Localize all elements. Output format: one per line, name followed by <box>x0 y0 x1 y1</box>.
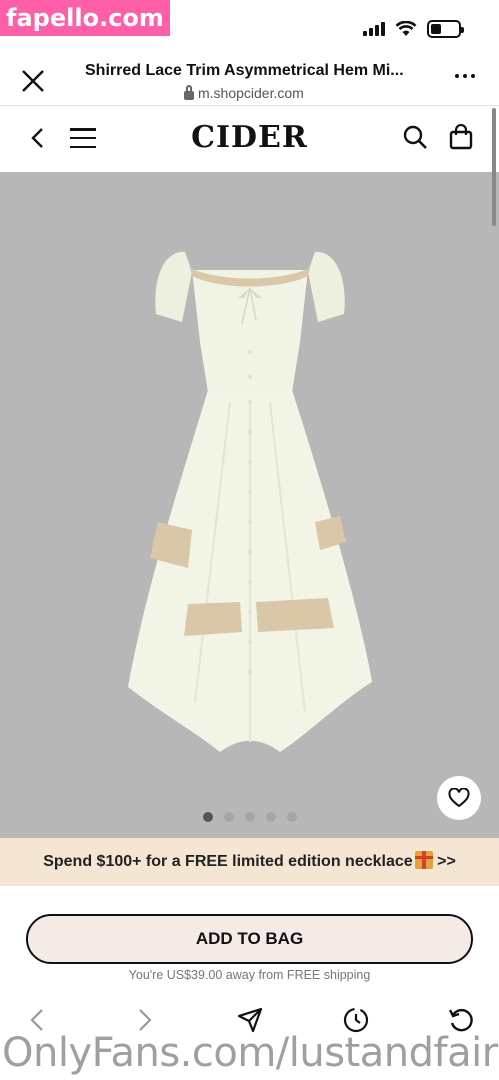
carousel-dot[interactable] <box>265 812 276 822</box>
heart-icon <box>448 788 470 808</box>
product-image-carousel[interactable] <box>0 172 499 838</box>
browser-bar: Shirred Lace Trim Asymmetrical Hem Mi...… <box>0 56 499 106</box>
page-scrollbar[interactable] <box>492 108 496 226</box>
wifi-icon <box>395 21 417 36</box>
more-icon[interactable] <box>455 74 475 78</box>
battery-icon <box>427 20 464 38</box>
shipping-note: You're US$39.00 away from FREE shipping <box>128 968 371 982</box>
close-icon[interactable] <box>18 66 48 96</box>
promo-banner[interactable]: Spend $100+ for a FREE limited edition n… <box>0 838 499 886</box>
bag-icon[interactable] <box>449 124 473 150</box>
carousel-dot[interactable] <box>286 812 297 822</box>
promo-arrow: >> <box>432 853 456 870</box>
cellular-signal-icon <box>363 22 385 36</box>
product-image-dress <box>128 251 372 752</box>
add-to-bag-button[interactable]: ADD TO BAG <box>26 914 473 964</box>
carousel-dot[interactable] <box>202 812 213 822</box>
gift-icon <box>414 851 433 869</box>
url-text: m.shopcider.com <box>198 85 304 101</box>
carousel-dot[interactable] <box>244 812 255 822</box>
page-title: Shirred Lace Trim Asymmetrical Hem Mi... <box>85 62 404 79</box>
site-header: CIDER <box>0 106 499 172</box>
watermark-bottom: OnlyFans.com/lustandfairy <box>2 1030 499 1076</box>
watermark-top: fapello.com <box>0 0 170 36</box>
carousel-dot[interactable] <box>223 812 234 822</box>
search-icon[interactable] <box>402 124 428 150</box>
url-display[interactable]: m.shopcider.com <box>184 84 304 101</box>
lock-icon <box>184 84 194 100</box>
promo-text: Spend $100+ for a FREE limited edition n… <box>43 853 413 870</box>
carousel-dots <box>0 812 499 822</box>
